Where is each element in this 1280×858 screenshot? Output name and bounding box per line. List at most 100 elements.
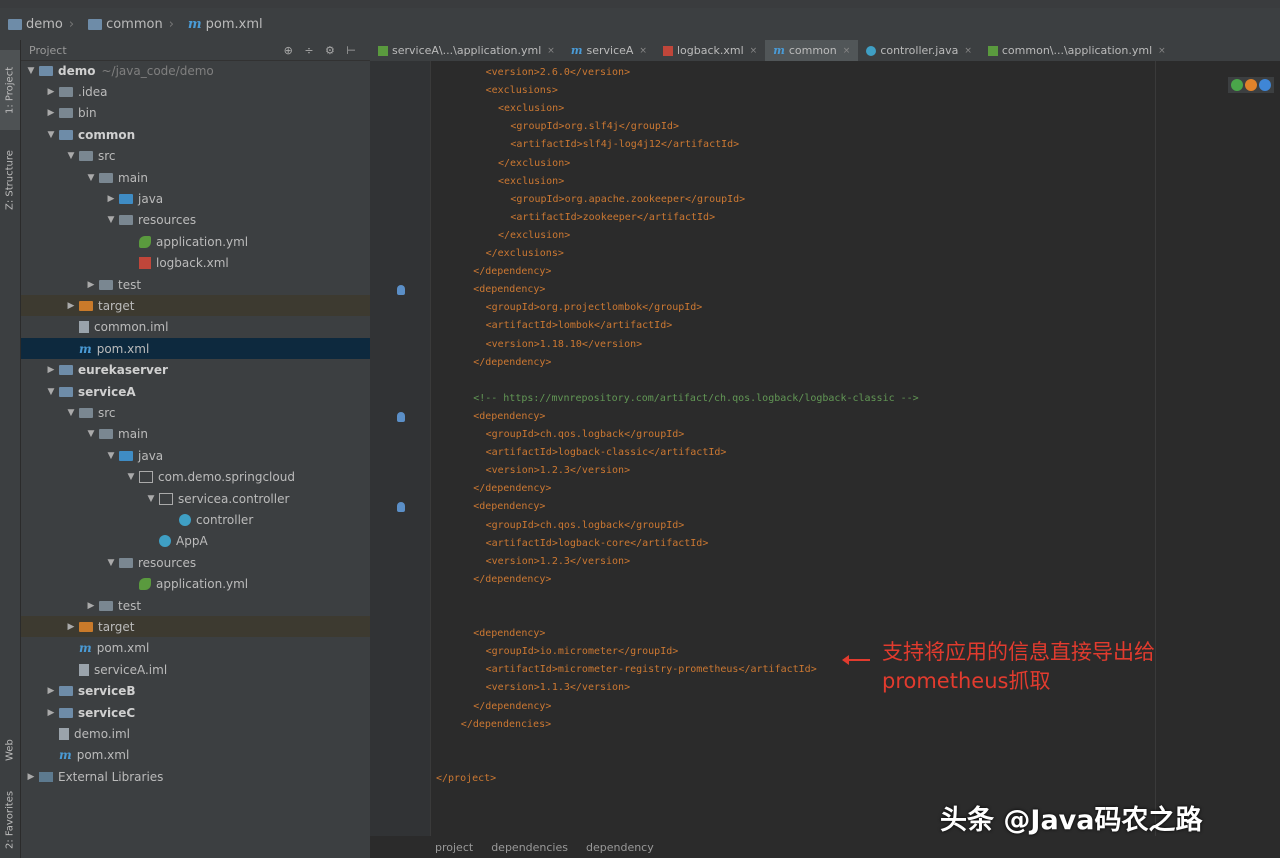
tree-item[interactable]: ▼ serviceA — [21, 381, 370, 402]
collapsed-arrow-icon[interactable]: ▶ — [45, 87, 57, 97]
tree-item[interactable]: ▶ target — [21, 295, 370, 317]
tree-item[interactable]: ▶ serviceC — [21, 702, 370, 723]
project-tool-tab[interactable]: 1: Project — [0, 50, 20, 130]
expanded-arrow-icon[interactable]: ▼ — [105, 215, 117, 225]
editor-tab[interactable]: common\...\application.yml × — [980, 40, 1174, 61]
dependency-gutter-icon[interactable] — [397, 411, 405, 422]
chrome-icon[interactable] — [1231, 79, 1243, 91]
folder-icon — [79, 407, 93, 418]
tree-item[interactable]: ▶ test — [21, 595, 370, 616]
editor-crumb-project[interactable]: project — [435, 841, 473, 854]
close-tab-icon[interactable]: × — [1158, 46, 1166, 56]
collapsed-arrow-icon[interactable]: ▶ — [105, 194, 117, 204]
code-editor[interactable]: <version>2.6.0</version> <exclusions> <exc… — [370, 61, 1280, 858]
tree-item[interactable]: ▼ src — [21, 402, 370, 423]
dependency-gutter-icon[interactable] — [397, 285, 405, 296]
collapsed-arrow-icon[interactable]: ▶ — [45, 365, 57, 375]
browser-preview-icons[interactable] — [1228, 77, 1274, 93]
nav-crumb-demo[interactable]: demo › — [8, 17, 80, 32]
tree-item[interactable]: ▼ demo ~/java_code/demo — [21, 60, 370, 81]
editor-tab[interactable]: serviceA\...\application.yml × — [370, 40, 563, 61]
tree-item[interactable]: application.yml — [21, 574, 370, 595]
editor-tab[interactable]: logback.xml × — [655, 40, 765, 61]
ie-icon[interactable] — [1259, 79, 1271, 91]
tree-item[interactable]: ▼ com.demo.springcloud — [21, 467, 370, 488]
tree-item[interactable]: ▶ target — [21, 616, 370, 638]
tree-item[interactable]: AppA — [21, 531, 370, 552]
panel-tools-icons[interactable]: ⊕ ÷ ⚙ ⊢ — [284, 44, 360, 57]
code-line: <exclusions> — [485, 85, 558, 97]
tree-item[interactable]: ▶ java — [21, 188, 370, 209]
code-line: <groupId>org.projectlombok</groupId> — [485, 302, 703, 314]
tree-item[interactable]: m pom.xml — [21, 745, 370, 766]
expanded-arrow-icon[interactable]: ▼ — [45, 130, 57, 140]
tree-item[interactable]: ▼ common — [21, 124, 370, 145]
tree-item-label: logback.xml — [156, 256, 229, 271]
expanded-arrow-icon[interactable]: ▼ — [25, 66, 37, 76]
editor-tab[interactable]: controller.java × — [858, 40, 980, 61]
tree-item[interactable]: ▼ serviceа.controller — [21, 488, 370, 509]
collapsed-arrow-icon[interactable]: ▶ — [85, 601, 97, 611]
nav-crumb-common[interactable]: common › — [88, 17, 180, 32]
expanded-arrow-icon[interactable]: ▼ — [65, 151, 77, 161]
tree-item[interactable]: ▶ test — [21, 274, 370, 295]
collapsed-arrow-icon[interactable]: ▶ — [85, 280, 97, 290]
structure-tool-tab[interactable]: Z: Structure — [0, 140, 20, 220]
close-tab-icon[interactable]: × — [547, 46, 555, 56]
tree-item[interactable]: common.iml — [21, 317, 370, 338]
folder-icon — [59, 86, 73, 97]
code-line: </dependency> — [473, 700, 552, 712]
expanded-arrow-icon[interactable]: ▼ — [105, 558, 117, 568]
dependency-gutter-icon[interactable] — [397, 502, 405, 513]
tree-item[interactable]: logback.xml — [21, 253, 370, 274]
tree-item[interactable]: controller — [21, 509, 370, 530]
tree-item-label: java — [138, 191, 164, 206]
tree-item[interactable]: m pom.xml — [21, 638, 370, 659]
collapsed-arrow-icon[interactable]: ▶ — [65, 622, 77, 632]
expanded-arrow-icon[interactable]: ▼ — [45, 387, 57, 397]
collapsed-arrow-icon[interactable]: ▶ — [25, 772, 37, 782]
tree-item[interactable]: ▼ java — [21, 445, 370, 466]
nav-crumb-pom[interactable]: m pom.xml — [188, 17, 263, 32]
tree-item[interactable]: ▶ .idea — [21, 81, 370, 102]
collapsed-arrow-icon[interactable]: ▶ — [45, 108, 57, 118]
web-tool-tab[interactable]: Web — [0, 725, 20, 775]
collapsed-arrow-icon[interactable]: ▶ — [65, 301, 77, 311]
tree-item[interactable]: m pom.xml — [21, 338, 370, 360]
tree-item[interactable]: ▶ eurekaserver — [21, 360, 370, 381]
tree-item-label: demo.iml — [74, 726, 130, 741]
collapsed-arrow-icon[interactable]: ▶ — [45, 708, 57, 718]
editor-breadcrumbs: project dependencies dependency — [370, 836, 1280, 858]
package-icon — [159, 492, 173, 505]
expanded-arrow-icon[interactable]: ▼ — [125, 472, 137, 482]
tree-item[interactable]: ▼ resources — [21, 210, 370, 231]
tree-item[interactable]: ▼ src — [21, 146, 370, 167]
tree-item[interactable]: serviceA.iml — [21, 659, 370, 680]
close-tab-icon[interactable]: × — [639, 46, 647, 56]
tree-item[interactable]: demo.iml — [21, 723, 370, 744]
tree-item[interactable]: ▶ serviceB — [21, 681, 370, 702]
firefox-icon[interactable] — [1245, 79, 1257, 91]
close-tab-icon[interactable]: × — [964, 46, 972, 56]
favorites-tool-tab[interactable]: 2: Favorites — [0, 785, 20, 855]
close-tab-icon[interactable]: × — [750, 46, 758, 56]
expanded-arrow-icon[interactable]: ▼ — [145, 494, 157, 504]
tree-item[interactable]: ▶ bin — [21, 103, 370, 124]
editor-tab[interactable]: m common × — [765, 40, 859, 61]
tree-item[interactable]: ▼ main — [21, 167, 370, 188]
close-tab-icon[interactable]: × — [843, 46, 851, 56]
editor-tab[interactable]: m serviceA × — [563, 40, 655, 61]
expanded-arrow-icon[interactable]: ▼ — [85, 173, 97, 183]
tree-item[interactable]: ▶ External Libraries — [21, 766, 370, 787]
folder-icon — [99, 172, 113, 183]
editor-crumb-dependency[interactable]: dependency — [586, 841, 654, 854]
expanded-arrow-icon[interactable]: ▼ — [65, 408, 77, 418]
tree-item[interactable]: ▼ main — [21, 424, 370, 445]
expanded-arrow-icon[interactable]: ▼ — [85, 429, 97, 439]
expanded-arrow-icon[interactable]: ▼ — [105, 451, 117, 461]
editor-crumb-dependencies[interactable]: dependencies — [491, 841, 568, 854]
project-panel-title[interactable]: Project — [29, 44, 67, 57]
tree-item[interactable]: application.yml — [21, 231, 370, 252]
collapsed-arrow-icon[interactable]: ▶ — [45, 686, 57, 696]
tree-item[interactable]: ▼ resources — [21, 552, 370, 573]
